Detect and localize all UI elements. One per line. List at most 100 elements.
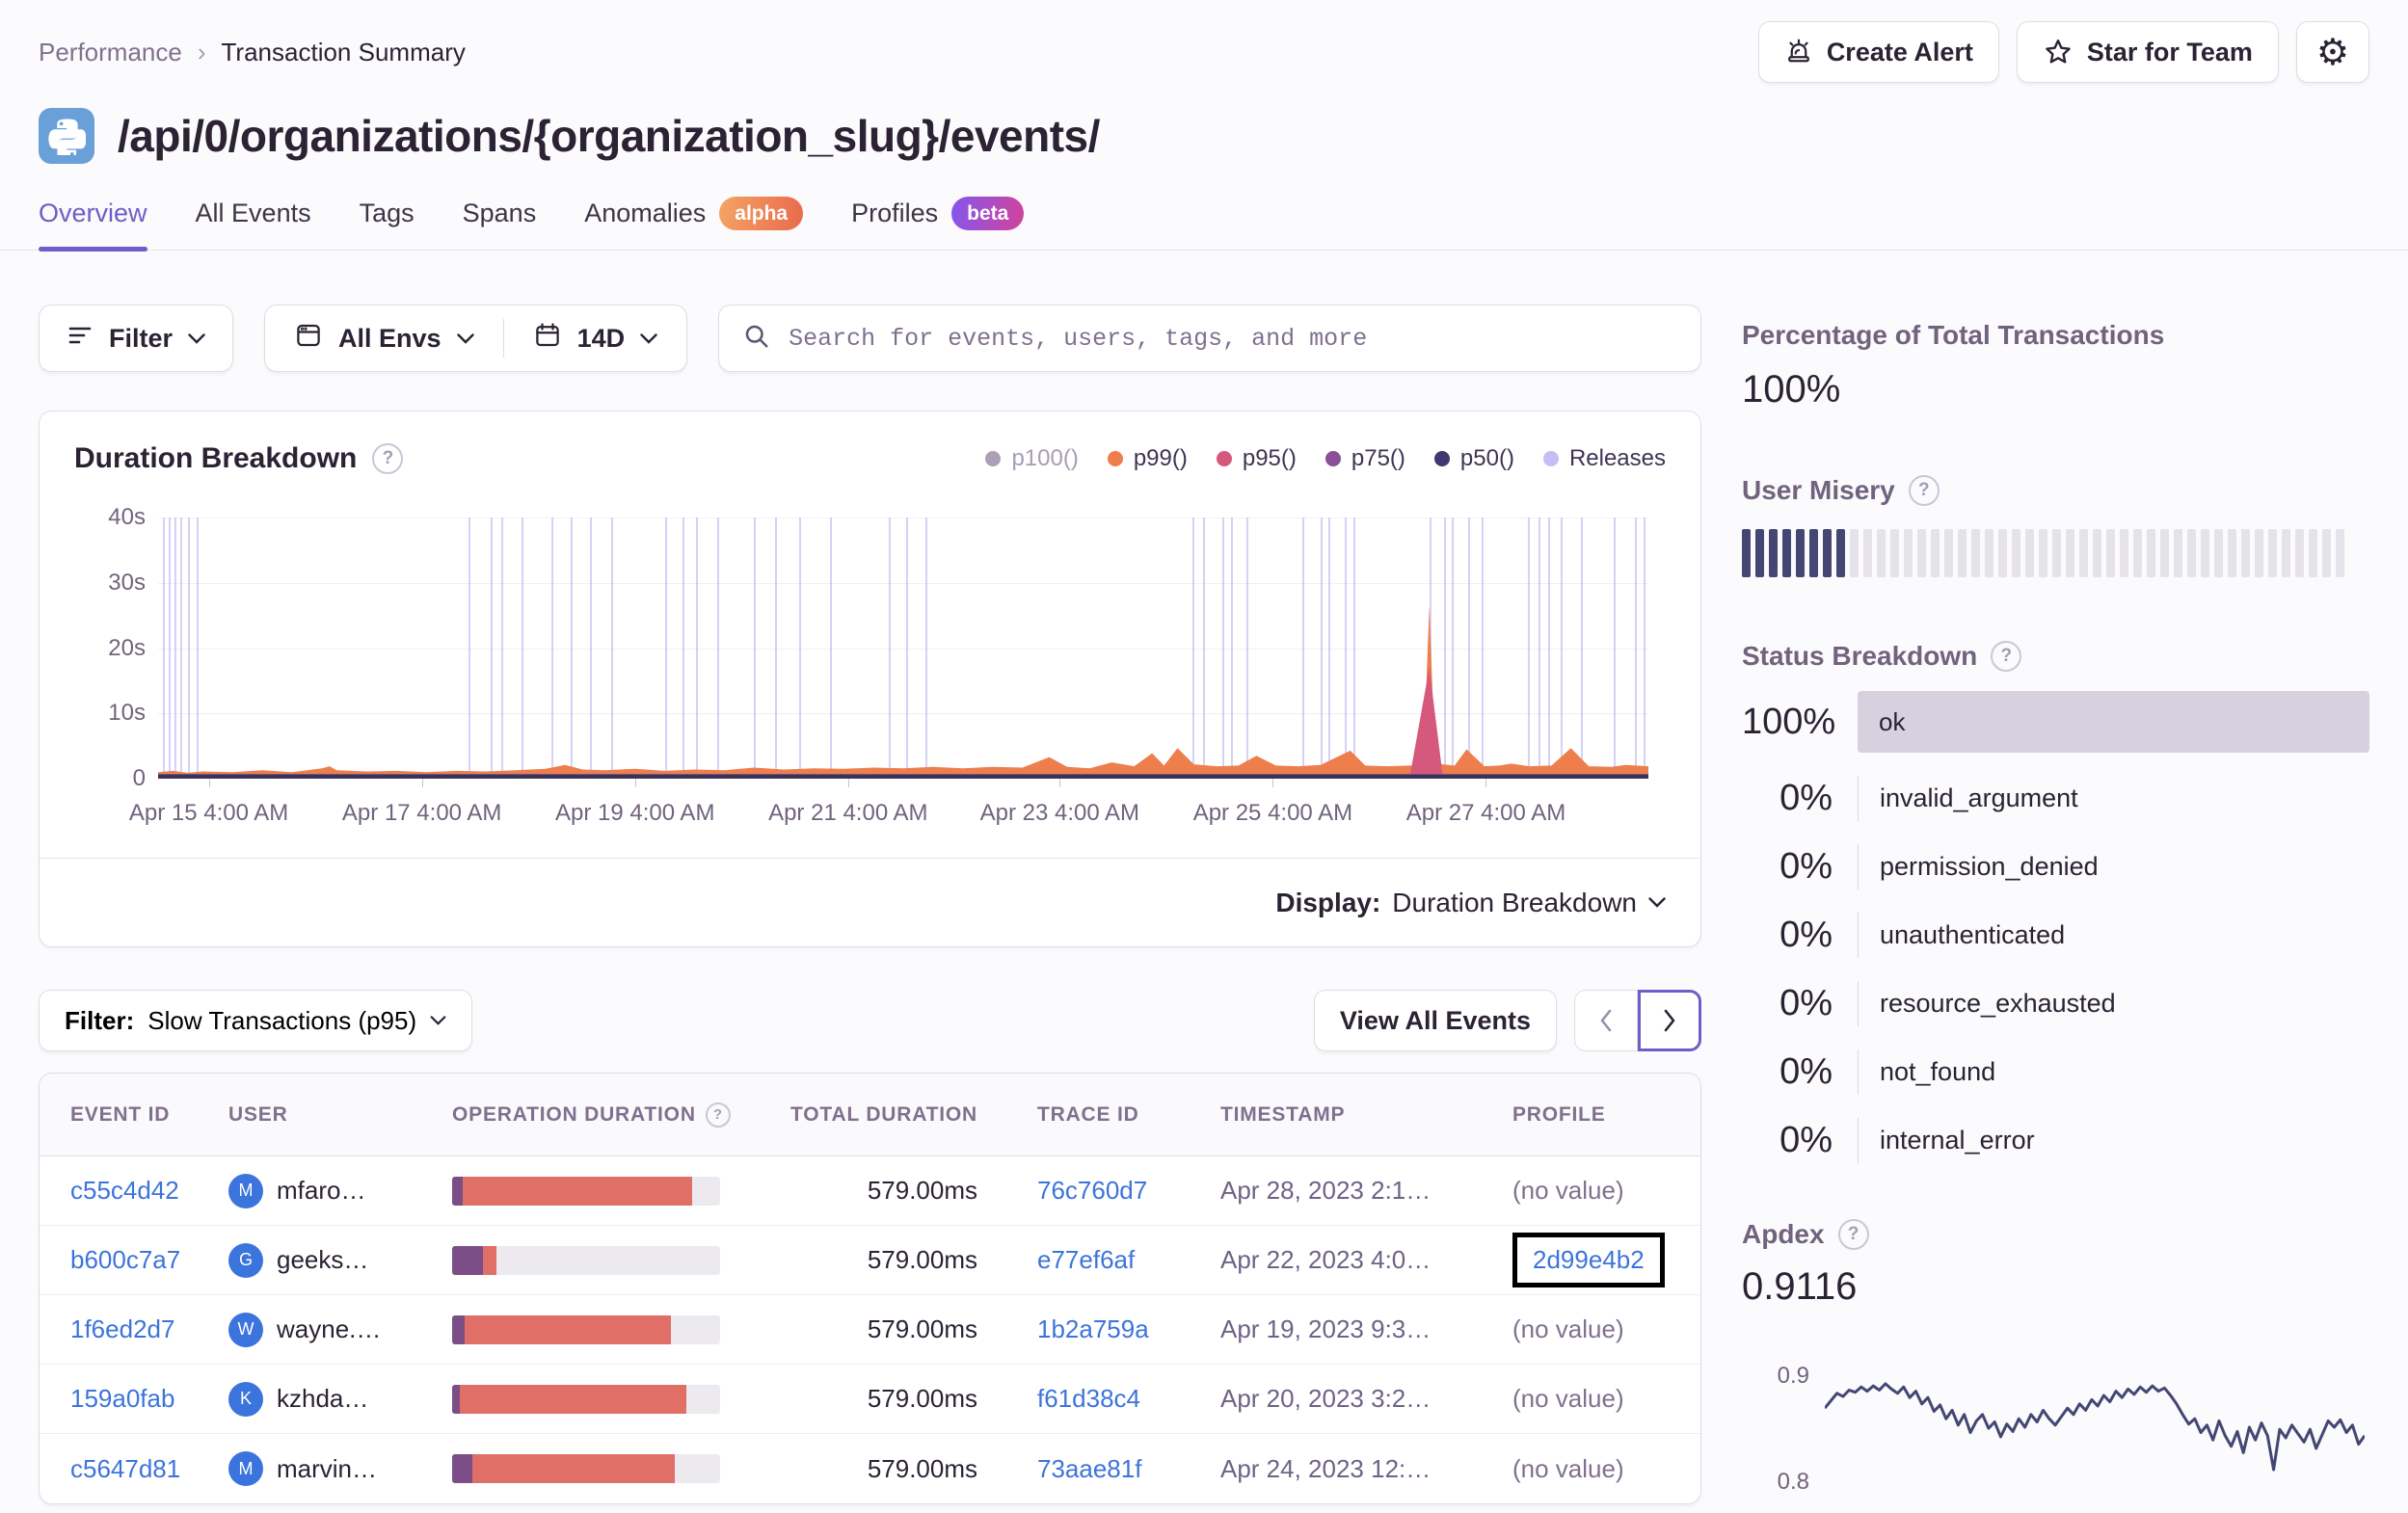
- status-row-invalid_argument: 0%invalid_argument: [1742, 776, 2369, 821]
- status-label: not_found: [1858, 1049, 2369, 1095]
- table-row: 1f6ed2d7Wwayne.…579.00ms1b2a759aApr 19, …: [40, 1295, 1700, 1365]
- legend-dot: [1325, 451, 1341, 466]
- column-header-label: Trace ID: [1037, 1103, 1139, 1127]
- pagination: [1574, 990, 1701, 1051]
- profile-cell: (no value): [1469, 1384, 1700, 1414]
- operation-duration-bar[interactable]: [452, 1177, 720, 1206]
- avatar: M: [228, 1174, 263, 1208]
- highlight-box: 2d99e4b2: [1512, 1233, 1665, 1287]
- profile-link[interactable]: 2d99e4b2: [1533, 1245, 1645, 1274]
- legend-item-p50[interactable]: p50(): [1434, 445, 1514, 472]
- status-bar[interactable]: ok: [1858, 691, 2369, 753]
- environment-dropdown[interactable]: All Envs: [265, 305, 503, 371]
- timestamp-cell: Apr 24, 2023 12:…: [1180, 1454, 1469, 1484]
- status-label: invalid_argument: [1858, 776, 2369, 821]
- tab-spans[interactable]: Spans: [463, 197, 537, 250]
- misery-bar: [2187, 529, 2196, 577]
- x-axis-label: Apr 17 4:00 AM: [342, 800, 501, 827]
- trace-id-link[interactable]: 1b2a759a: [1037, 1314, 1149, 1343]
- tab-bar: Overview All Events Tags Spans Anomaliesalph…: [0, 197, 2408, 251]
- trace-id-link[interactable]: e77ef6af: [1037, 1245, 1135, 1274]
- event-id-link[interactable]: c55c4d42: [70, 1176, 179, 1205]
- status-label: permission_denied: [1858, 844, 2369, 889]
- help-icon[interactable]: ?: [372, 443, 403, 474]
- display-value-dropdown[interactable]: Duration Breakdown: [1392, 888, 1637, 918]
- star-for-team-button[interactable]: Star for Team: [2017, 21, 2279, 83]
- user-name: kzhda…: [277, 1384, 368, 1414]
- status-row-unauthenticated: 0%unauthenticated: [1742, 913, 2369, 958]
- legend-item-Releases[interactable]: Releases: [1543, 445, 1666, 472]
- filter-row: Filter All Envs: [39, 305, 1701, 372]
- legend-item-p95[interactable]: p95(): [1217, 445, 1297, 472]
- legend-item-p75[interactable]: p75(): [1325, 445, 1405, 472]
- next-page-button[interactable]: [1638, 990, 1701, 1051]
- event-id-link[interactable]: 159a0fab: [70, 1384, 174, 1413]
- help-icon[interactable]: ?: [1838, 1219, 1869, 1250]
- alpha-badge: alpha: [719, 197, 803, 230]
- search-input[interactable]: [789, 325, 1677, 353]
- misery-bar: [2133, 529, 2142, 577]
- misery-bar: [2120, 529, 2128, 577]
- transactions-filter-dropdown[interactable]: Filter: Slow Transactions (p95): [39, 990, 472, 1051]
- settings-button[interactable]: ⚙: [2296, 21, 2369, 83]
- tab-all-events[interactable]: All Events: [196, 197, 311, 250]
- status-percentage: 0%: [1742, 1051, 1858, 1093]
- view-all-events-button[interactable]: View All Events: [1314, 990, 1557, 1051]
- y-axis-label: 0: [68, 765, 146, 792]
- column-header-label: Total Duration: [790, 1103, 977, 1127]
- main-column: Filter All Envs: [39, 305, 1701, 1504]
- operation-duration-cell: [452, 1177, 751, 1206]
- profile-cell: (no value): [1469, 1176, 1700, 1206]
- trace-id-link[interactable]: 73aae81f: [1037, 1454, 1141, 1483]
- event-id-link[interactable]: 1f6ed2d7: [70, 1314, 174, 1343]
- trace-id-link[interactable]: f61d38c4: [1037, 1384, 1140, 1413]
- misery-bar: [2147, 529, 2155, 577]
- create-alert-button[interactable]: Create Alert: [1758, 21, 1999, 83]
- tab-profiles[interactable]: Profilesbeta: [851, 197, 1024, 250]
- x-axis-tick: [635, 779, 636, 787]
- breadcrumb-performance[interactable]: Performance: [39, 38, 182, 67]
- event-id-cell: 1f6ed2d7: [40, 1314, 228, 1344]
- x-axis-label: Apr 19 4:00 AM: [555, 800, 714, 827]
- misery-bar: [2282, 529, 2290, 577]
- legend-dot: [1108, 451, 1123, 466]
- legend-label: p75(): [1351, 445, 1405, 472]
- page-filter-group: All Envs 14D: [264, 305, 687, 372]
- help-icon[interactable]: ?: [1991, 641, 2021, 672]
- bar-segment-p75: [452, 1454, 472, 1483]
- siren-icon: [1784, 38, 1813, 66]
- status-row-not_found: 0%not_found: [1742, 1049, 2369, 1095]
- sparkline-y-label: 0.8: [1755, 1469, 1809, 1496]
- legend-item-p99[interactable]: p99(): [1108, 445, 1188, 472]
- filter-dropdown[interactable]: Filter: [39, 305, 233, 372]
- previous-page-button[interactable]: [1574, 990, 1638, 1051]
- operation-duration-bar[interactable]: [452, 1246, 720, 1275]
- help-icon[interactable]: ?: [1909, 475, 1940, 506]
- misery-bar: [1823, 529, 1832, 577]
- profile-cell: (no value): [1469, 1454, 1700, 1484]
- operation-duration-bar[interactable]: [452, 1385, 720, 1414]
- tab-tags[interactable]: Tags: [360, 197, 415, 250]
- duration-breakdown-card: Duration Breakdown ? p100() p99() p95() p75…: [39, 411, 1701, 947]
- bar-segment-p95: [483, 1246, 496, 1275]
- user-misery-score-bar: [1742, 529, 2369, 577]
- event-id-link[interactable]: b600c7a7: [70, 1245, 180, 1274]
- tab-overview[interactable]: Overview: [39, 197, 147, 250]
- misery-bar: [1917, 529, 1926, 577]
- x-axis-label: Apr 21 4:00 AM: [768, 800, 927, 827]
- operation-duration-bar[interactable]: [452, 1454, 720, 1483]
- help-icon[interactable]: ?: [706, 1102, 731, 1128]
- user-name: wayne.…: [277, 1314, 381, 1344]
- total-duration-cell: 579.00ms: [751, 1245, 997, 1275]
- duration-chart-plot[interactable]: 010s20s30s40s: [158, 518, 1648, 779]
- tab-anomalies[interactable]: Anomaliesalpha: [584, 197, 803, 250]
- trace-id-link[interactable]: 76c760d7: [1037, 1176, 1147, 1205]
- operation-duration-bar[interactable]: [452, 1315, 720, 1344]
- bar-segment-p75: [452, 1246, 483, 1275]
- status-percentage: 0%: [1742, 778, 1858, 819]
- search-bar[interactable]: [718, 305, 1701, 372]
- profile-no-value: (no value): [1512, 1454, 1624, 1483]
- event-id-link[interactable]: c5647d81: [70, 1454, 180, 1483]
- date-range-dropdown[interactable]: 14D: [504, 305, 687, 371]
- legend-item-p100[interactable]: p100(): [985, 445, 1078, 472]
